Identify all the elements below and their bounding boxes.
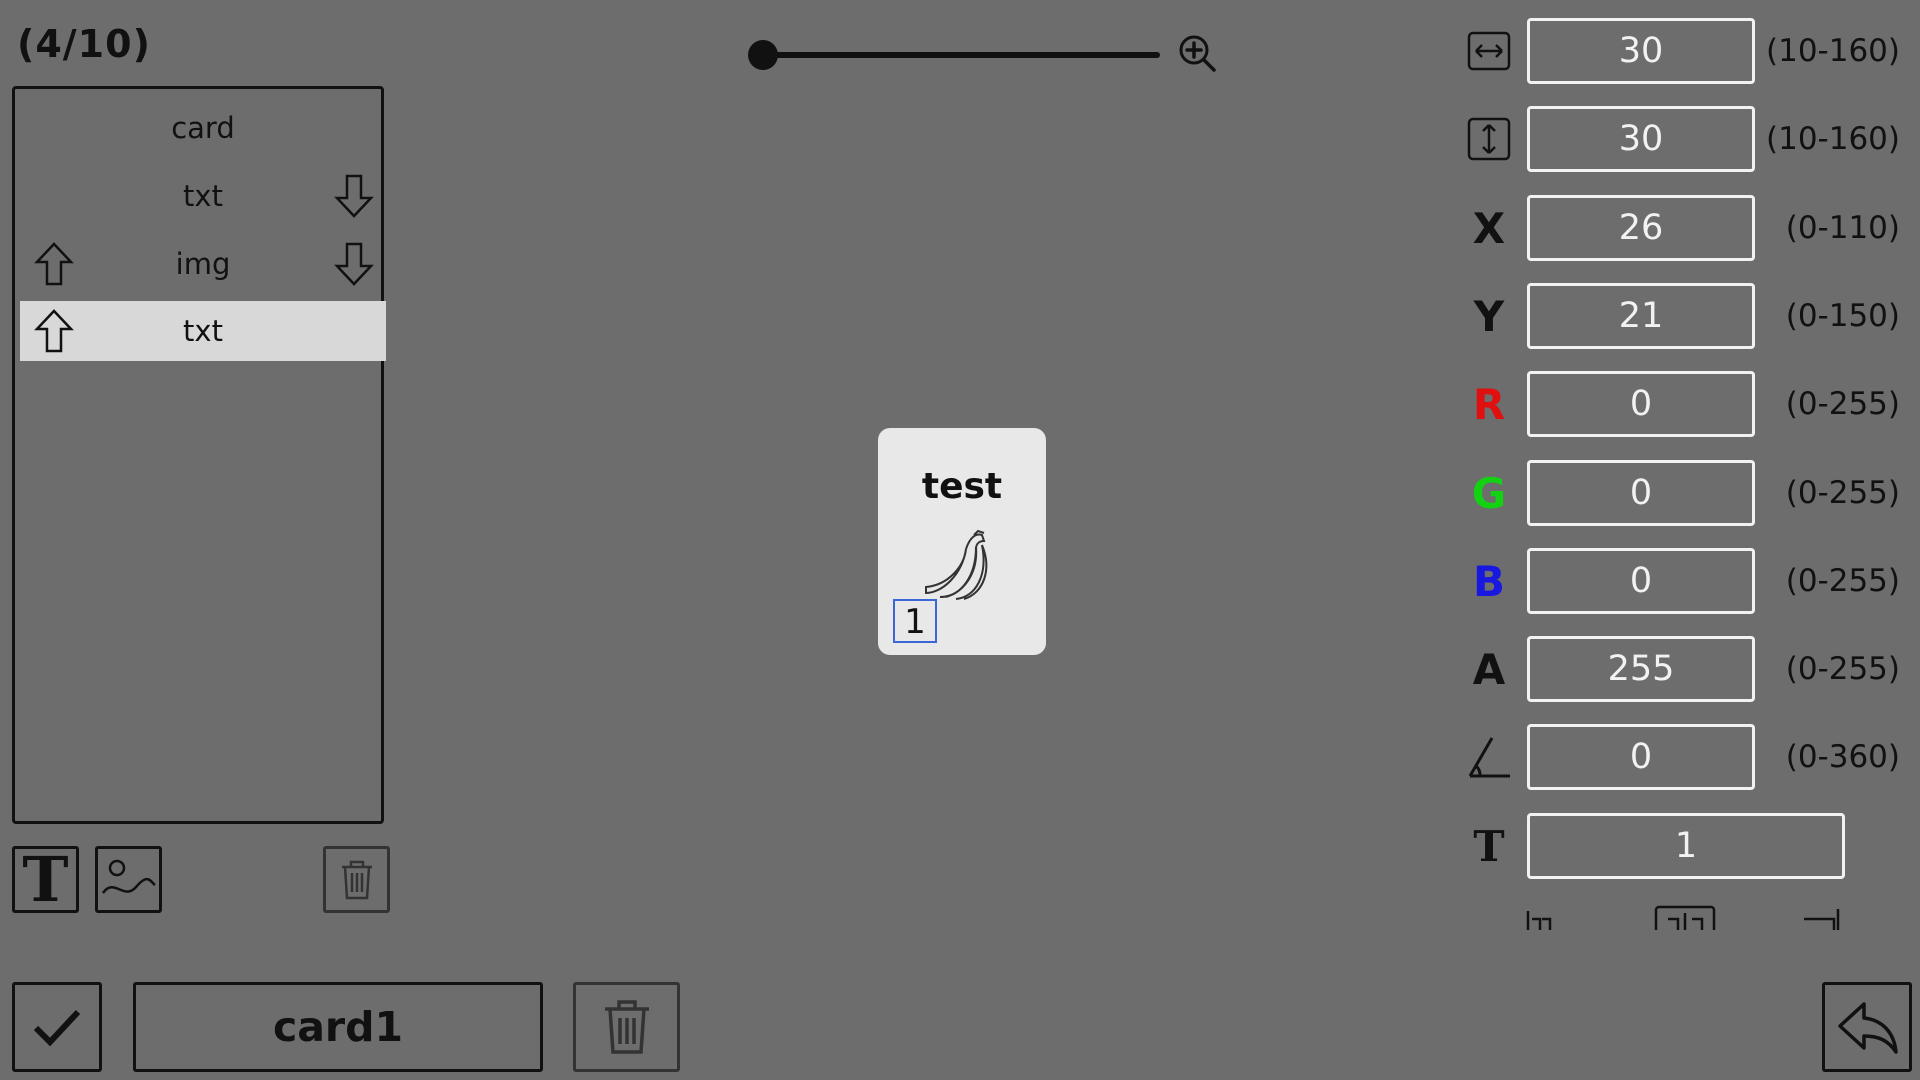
delete-layer-button[interactable] (323, 846, 390, 913)
page-counter: (4/10) (17, 22, 151, 66)
x-range: (0-110) (1785, 210, 1900, 246)
move-down-icon[interactable] (328, 170, 380, 222)
card-name-field[interactable]: card1 (133, 982, 543, 1072)
move-down-icon[interactable] (328, 238, 380, 290)
move-up-icon[interactable] (28, 305, 80, 357)
prop-row-angle: 0 (0-360) (1460, 724, 1920, 790)
width-input[interactable]: 30 (1527, 18, 1755, 84)
layer-item[interactable]: card (20, 98, 386, 158)
delete-card-button[interactable] (573, 982, 680, 1072)
add-image-button[interactable] (95, 846, 162, 913)
check-icon (33, 1009, 81, 1047)
layer-list: card txt img txt (12, 86, 386, 824)
back-button[interactable] (1822, 982, 1912, 1072)
g-label: G (1471, 468, 1507, 518)
align-right-icon[interactable] (1800, 905, 1842, 930)
card-number-box[interactable]: 1 (893, 599, 937, 643)
trash-icon (604, 1000, 649, 1054)
r-range: (0-255) (1785, 386, 1900, 422)
banana-icon (925, 529, 988, 600)
angle-range: (0-360) (1785, 739, 1900, 775)
add-text-button[interactable]: T (12, 846, 79, 913)
text-icon: T (22, 842, 69, 916)
prop-row-x: X 26 (0-110) (1460, 195, 1920, 261)
prop-row-g: G 0 (0-255) (1460, 460, 1920, 526)
align-center-icon[interactable] (1654, 905, 1716, 930)
a-range: (0-255) (1785, 651, 1900, 687)
layer-item-selected[interactable]: txt (20, 301, 386, 361)
x-label: X (1472, 203, 1506, 253)
prop-row-width: 30 (10-160) (1460, 18, 1920, 84)
green-input[interactable]: 0 (1527, 460, 1755, 526)
prop-row-b: B 0 (0-255) (1460, 548, 1920, 614)
align-left-icon[interactable] (1524, 905, 1554, 930)
layer-item[interactable]: txt (20, 166, 386, 226)
b-label: B (1472, 556, 1505, 606)
height-input[interactable]: 30 (1527, 106, 1755, 172)
layer-item[interactable]: img (20, 234, 386, 294)
image-icon (101, 859, 156, 894)
move-up-icon[interactable] (28, 238, 80, 290)
g-range: (0-255) (1785, 475, 1900, 511)
width-range: (10-160) (1766, 33, 1900, 69)
height-range: (10-160) (1766, 121, 1900, 157)
y-input[interactable]: 21 (1527, 283, 1755, 349)
card-preview[interactable]: test 1 (878, 428, 1046, 655)
b-range: (0-255) (1785, 563, 1900, 599)
r-label: R (1472, 379, 1506, 429)
prop-row-text: T 1 (1460, 813, 1920, 879)
confirm-button[interactable] (12, 982, 102, 1072)
text-label: T (1473, 821, 1505, 871)
back-arrow-icon (1838, 1002, 1898, 1054)
text-input[interactable]: 1 (1527, 813, 1845, 879)
prop-row-a: A 255 (0-255) (1460, 636, 1920, 702)
x-input[interactable]: 26 (1527, 195, 1755, 261)
blue-input[interactable]: 0 (1527, 548, 1755, 614)
angle-input[interactable]: 0 (1527, 724, 1755, 790)
prop-row-height: 30 (10-160) (1460, 106, 1920, 172)
zoom-in-icon[interactable] (1177, 33, 1217, 73)
a-label: A (1472, 644, 1506, 694)
alpha-input[interactable]: 255 (1527, 636, 1755, 702)
angle-icon (1460, 724, 1518, 790)
prop-row-r: R 0 (0-255) (1460, 371, 1920, 437)
zoom-slider-knob[interactable] (748, 40, 778, 70)
card-title: test (921, 466, 1003, 507)
y-range: (0-150) (1785, 298, 1900, 334)
y-label: Y (1473, 291, 1505, 341)
layer-label: card (171, 111, 235, 145)
zoom-slider-track[interactable] (763, 52, 1160, 58)
trash-icon (341, 860, 372, 899)
prop-row-y: Y 21 (0-150) (1460, 283, 1920, 349)
width-icon (1460, 18, 1518, 84)
red-input[interactable]: 0 (1527, 371, 1755, 437)
height-icon (1460, 106, 1518, 172)
